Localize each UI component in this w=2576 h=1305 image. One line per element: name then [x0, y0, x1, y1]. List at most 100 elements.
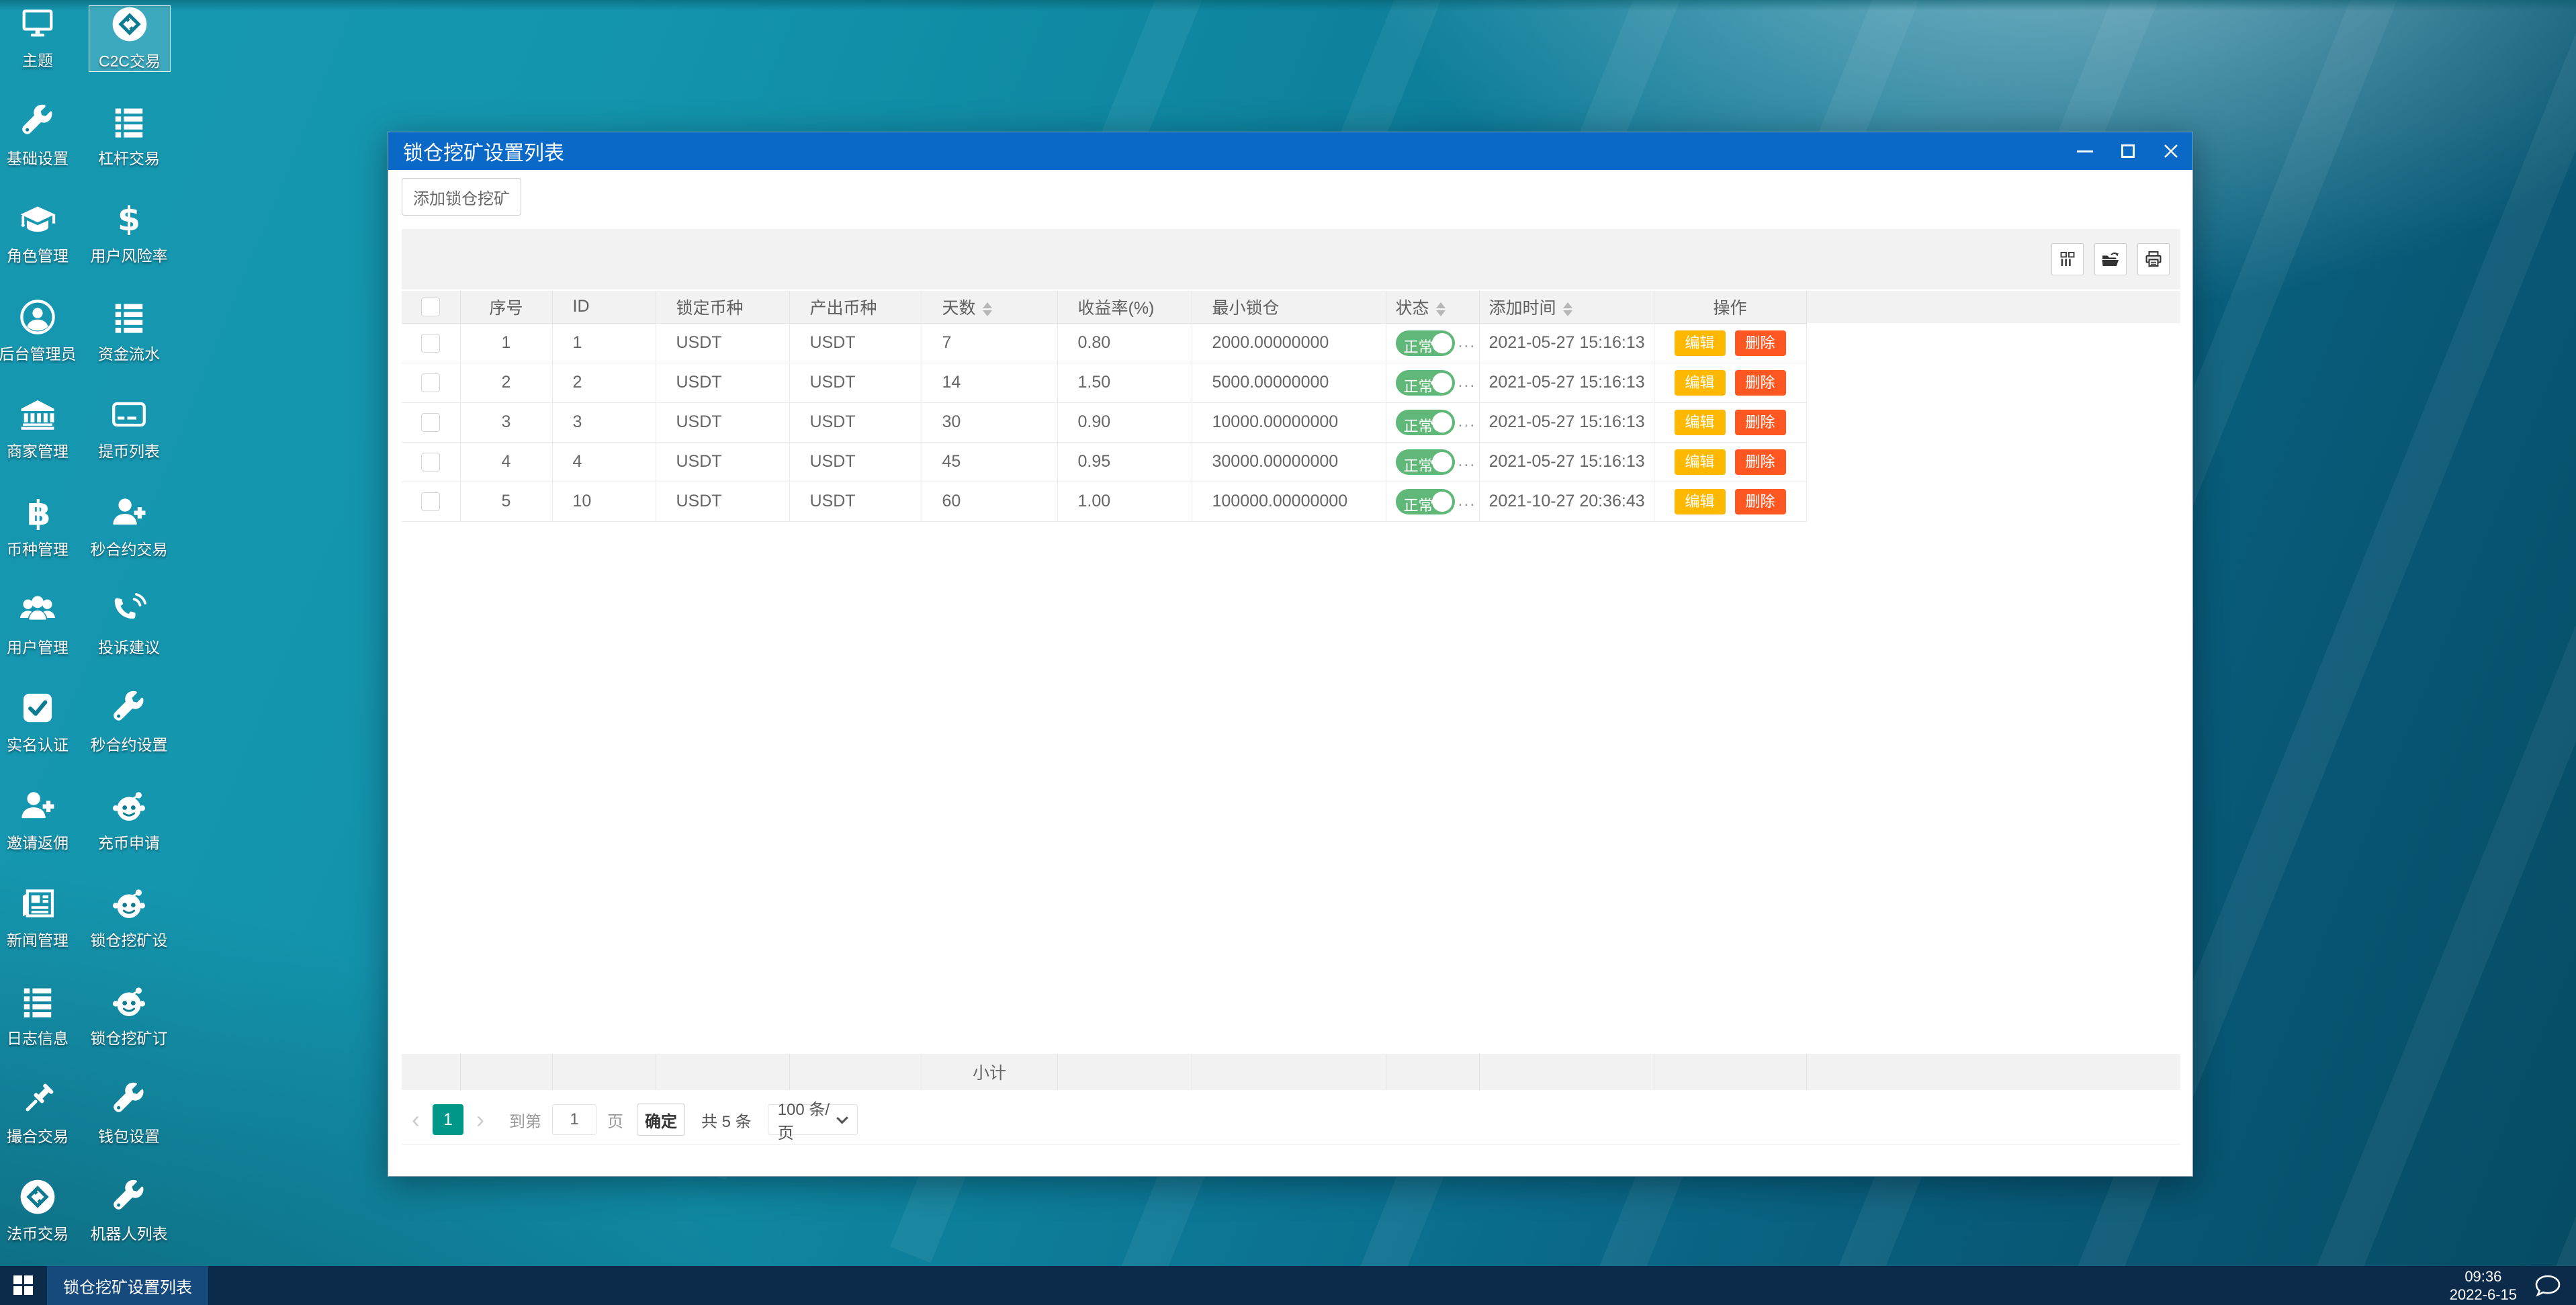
- desktop-icon-label: 锁仓挖矿订: [90, 1030, 168, 1047]
- status-toggle[interactable]: 正常: [1395, 449, 1455, 475]
- delete-button[interactable]: 删除: [1734, 488, 1786, 514]
- desktop-icon[interactable]: 秒合约交易: [89, 494, 169, 559]
- sort-icon[interactable]: [982, 302, 992, 316]
- c2c-icon: [20, 1179, 55, 1214]
- delete-button[interactable]: 删除: [1734, 449, 1786, 475]
- desktop-icon[interactable]: 后台管理员: [0, 299, 77, 364]
- desktop-icon[interactable]: 锁仓挖矿订: [89, 983, 169, 1048]
- window-titlebar[interactable]: 锁仓挖矿设置列表: [388, 132, 2192, 170]
- sort-icon[interactable]: [1435, 302, 1446, 316]
- desktop-icon-label: 实名认证: [7, 736, 69, 754]
- cell-rate: 1.50: [1057, 363, 1192, 403]
- desktop-icon-label: 锁仓挖矿设: [90, 932, 168, 950]
- desktop-icon[interactable]: C2C交易: [89, 5, 171, 72]
- row-checkbox[interactable]: [421, 492, 441, 511]
- current-page-button[interactable]: 1: [433, 1104, 463, 1135]
- export-button[interactable]: [2094, 243, 2127, 275]
- desktop-icon[interactable]: 新闻管理: [1, 885, 74, 950]
- desktop-icon[interactable]: 机器人列表: [89, 1179, 169, 1244]
- desktop-icon[interactable]: 充币申请: [89, 788, 169, 853]
- desktop-icon[interactable]: 实名认证: [1, 690, 74, 755]
- cell-checkbox: [402, 363, 461, 403]
- desktop-icon[interactable]: 法币交易: [1, 1179, 74, 1244]
- desktop-icon[interactable]: 锁仓挖矿设: [89, 885, 169, 950]
- header-cell[interactable]: 状态: [1386, 291, 1480, 324]
- select-all-checkbox[interactable]: [421, 297, 441, 316]
- header-cell: 锁定币种: [656, 291, 790, 324]
- taskbar-clock[interactable]: 09:36 2022-6-15: [2450, 1267, 2517, 1304]
- summary-cell: [1654, 1054, 1807, 1090]
- desktop-icon[interactable]: ฿ 币种管理: [1, 494, 74, 559]
- desktop-icon[interactable]: 邀请返佣: [1, 788, 74, 853]
- status-toggle[interactable]: 正常: [1395, 369, 1455, 396]
- notification-bubble-icon[interactable]: [2534, 1274, 2561, 1297]
- edit-button[interactable]: 编辑: [1674, 409, 1726, 435]
- status-toggle[interactable]: 正常: [1395, 409, 1455, 435]
- desktop-icon[interactable]: 商家管理: [1, 396, 74, 461]
- row-checkbox[interactable]: [421, 333, 441, 353]
- header-cell[interactable]: 天数: [922, 291, 1058, 324]
- minimize-button[interactable]: [2063, 132, 2106, 170]
- desktop-icon[interactable]: 资金流水: [89, 299, 169, 364]
- prev-page-icon[interactable]: ‹: [402, 1104, 430, 1135]
- start-button[interactable]: [0, 1266, 47, 1305]
- app-window: 锁仓挖矿设置列表 添加锁仓挖矿 序号 ID 锁定币种 产出币种 天数 收益率(%) 最小锁仓…: [388, 132, 2193, 1177]
- page-size-value: 100 条/页: [777, 1101, 830, 1142]
- goto-page-input[interactable]: [552, 1104, 596, 1135]
- desktop-icon[interactable]: $ 用户风险率: [89, 201, 169, 266]
- columns-button[interactable]: [2051, 243, 2084, 275]
- desktop-icon[interactable]: 提币列表: [89, 396, 169, 461]
- status-label: 正常: [1403, 338, 1433, 355]
- desktop-icon[interactable]: 日志信息: [1, 983, 74, 1048]
- desktop-icon-label: 秒合约设置: [90, 736, 168, 754]
- desktop-icon[interactable]: 角色管理: [1, 201, 74, 266]
- header-label: 锁定币种: [676, 298, 744, 318]
- cell-days: 45: [922, 442, 1058, 482]
- summary-cell: [402, 1054, 461, 1090]
- desktop-icon[interactable]: 基础设置: [1, 103, 74, 169]
- edit-button[interactable]: 编辑: [1674, 449, 1726, 475]
- taskbar-time: 09:36: [2464, 1268, 2502, 1285]
- svg-text:$: $: [118, 201, 140, 237]
- edit-button[interactable]: 编辑: [1674, 369, 1726, 396]
- row-checkbox[interactable]: [421, 412, 441, 432]
- desktop-icon-label: 币种管理: [7, 541, 69, 558]
- cell-id: 2: [552, 363, 656, 403]
- print-button[interactable]: [2137, 243, 2170, 275]
- header-label: 序号: [489, 298, 523, 318]
- taskbar-task-item[interactable]: 锁仓挖矿设置列表: [47, 1266, 208, 1305]
- add-lockup-mining-button[interactable]: 添加锁仓挖矿: [402, 178, 521, 216]
- edit-button[interactable]: 编辑: [1674, 488, 1726, 514]
- desktop-icon[interactable]: 用户管理: [1, 592, 74, 658]
- desktop-icon[interactable]: 主题: [1, 5, 74, 71]
- maximize-button[interactable]: [2106, 132, 2149, 170]
- close-button[interactable]: [2149, 132, 2192, 170]
- summary-cell: [552, 1054, 656, 1090]
- delete-button[interactable]: 删除: [1734, 409, 1786, 435]
- pagination: ‹ 1 › 到第 页 确定 共 5 条 100 条/页: [402, 1101, 858, 1142]
- cell-id: 10: [552, 482, 656, 522]
- header-label: 最小锁仓: [1212, 298, 1280, 318]
- desktop-icon[interactable]: 杠杆交易: [89, 103, 169, 169]
- cell-min-lock: 100000.00000000: [1192, 482, 1386, 522]
- desktop-icon[interactable]: 投诉建议: [89, 592, 169, 658]
- header-cell[interactable]: 添加时间: [1479, 291, 1654, 324]
- list-icon: [24, 988, 52, 1018]
- confirm-page-button[interactable]: 确定: [637, 1104, 685, 1136]
- next-page-icon[interactable]: ›: [466, 1104, 494, 1135]
- cell-out-coin: USDT: [789, 482, 922, 522]
- sort-icon[interactable]: [1562, 302, 1572, 316]
- desktop-icon[interactable]: 秒合约设置: [89, 690, 169, 755]
- summary-filler: [1806, 1054, 2180, 1090]
- desktop-icon[interactable]: 撮合交易: [1, 1081, 74, 1146]
- delete-button[interactable]: 删除: [1734, 330, 1786, 356]
- delete-button[interactable]: 删除: [1734, 369, 1786, 396]
- status-toggle[interactable]: 正常: [1395, 488, 1455, 514]
- edit-button[interactable]: 编辑: [1674, 330, 1726, 356]
- row-checkbox[interactable]: [421, 373, 441, 392]
- desktop-icon-label: 杠杆交易: [98, 149, 160, 167]
- desktop-icon[interactable]: 钱包设置: [89, 1081, 169, 1146]
- row-checkbox[interactable]: [421, 452, 441, 471]
- status-toggle[interactable]: 正常: [1395, 330, 1455, 356]
- page-size-select[interactable]: 100 条/页: [767, 1101, 858, 1142]
